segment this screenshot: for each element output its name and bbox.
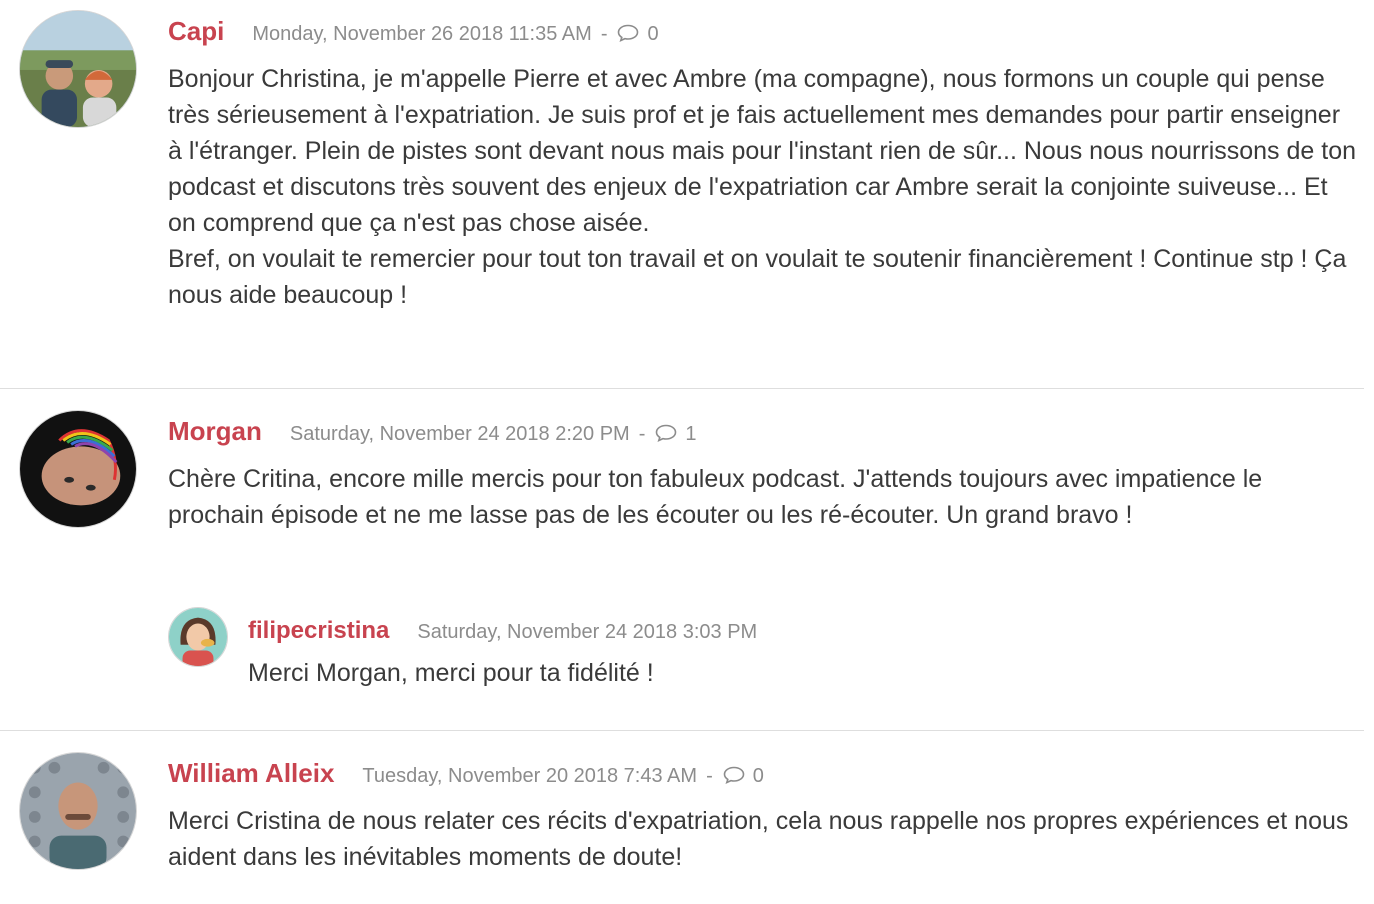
comment-meta: Capi Monday, November 26 2018 11:35 AM -…: [168, 16, 659, 47]
comment-author[interactable]: William Alleix: [168, 758, 334, 789]
comment-date[interactable]: Saturday, November 24 2018 2:20 PM: [290, 423, 630, 446]
avatar-morgan[interactable]: [19, 410, 137, 528]
comment-body: Chère Critina, encore mille mercis pour …: [168, 461, 1358, 533]
comment-capi: Capi Monday, November 26 2018 11:35 AM -…: [0, 0, 1364, 388]
comment-date[interactable]: Tuesday, November 20 2018 7:43 AM: [362, 765, 697, 788]
speech-bubble-icon: [617, 24, 639, 42]
comment-morgan: Morgan Saturday, November 24 2018 2:20 P…: [0, 389, 1364, 729]
reply-body: Merci Morgan, merci pour ta fidélité !: [248, 655, 1348, 691]
comment-author[interactable]: Morgan: [168, 416, 262, 447]
speech-bubble-icon: [723, 766, 745, 784]
reply-count[interactable]: 1: [685, 423, 696, 446]
reply-meta: filipecristina Saturday, November 24 201…: [248, 617, 757, 645]
reply-author[interactable]: filipecristina: [248, 617, 389, 645]
meta-separator: -: [600, 23, 608, 45]
comment-meta: Morgan Saturday, November 24 2018 2:20 P…: [168, 416, 697, 447]
avatar-william-alleix[interactable]: [19, 752, 137, 870]
avatar-filipecristina[interactable]: [168, 607, 228, 667]
reply-date[interactable]: Saturday, November 24 2018 3:03 PM: [417, 621, 757, 644]
comment-date[interactable]: Monday, November 26 2018 11:35 AM: [252, 23, 591, 46]
comment-author[interactable]: Capi: [168, 16, 224, 47]
comment-paragraph: Merci Cristina de nous relater ces récit…: [168, 807, 1349, 871]
comment-body: Bonjour Christina, je m'appelle Pierre e…: [168, 61, 1358, 313]
avatar-morgan-image: [20, 411, 136, 527]
reply-count[interactable]: 0: [753, 765, 764, 788]
comment-william-alleix: William Alleix Tuesday, November 20 2018…: [0, 731, 1364, 904]
meta-separator: -: [706, 765, 713, 787]
comment-meta: William Alleix Tuesday, November 20 2018…: [168, 758, 764, 789]
avatar-capi-image: [20, 11, 136, 127]
comment-paragraph: Bonjour Christina, je m'appelle Pierre e…: [168, 65, 1357, 237]
comment-body: Merci Cristina de nous relater ces récit…: [168, 803, 1358, 875]
avatar-filipecristina-image: [169, 608, 227, 666]
comment-paragraph: Bref, on voulait te remercier pour tout …: [168, 245, 1347, 309]
avatar-capi[interactable]: [19, 10, 137, 128]
reply-text: Merci Morgan, merci pour ta fidélité !: [248, 659, 654, 687]
reply-count[interactable]: 0: [647, 23, 658, 46]
avatar-william-alleix-image: [20, 753, 136, 869]
comment-paragraph: Chère Critina, encore mille mercis pour …: [168, 465, 1263, 529]
meta-separator: -: [638, 423, 646, 445]
speech-bubble-icon: [655, 424, 677, 442]
